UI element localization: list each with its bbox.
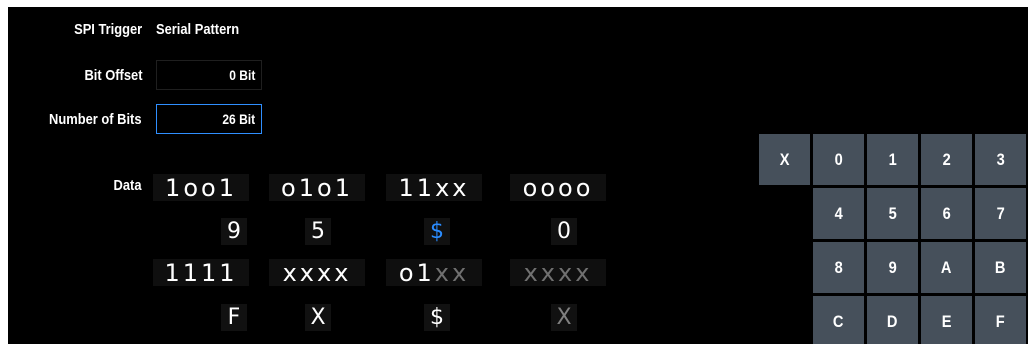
keypad-key-a[interactable]: A: [921, 242, 972, 293]
hex-digit-cell[interactable]: X: [551, 304, 577, 331]
keypad-key-label: 0: [834, 149, 843, 169]
keypad-key-4[interactable]: 4: [813, 188, 864, 239]
keypad-key-f[interactable]: F: [975, 296, 1026, 344]
hex-digit-cell[interactable]: F: [221, 304, 247, 331]
keypad-key-label: X: [779, 149, 790, 169]
bit-offset-field[interactable]: 0 Bit: [156, 60, 262, 90]
data-label: Data: [114, 177, 142, 194]
bit-offset-label: Bit Offset: [83, 67, 142, 84]
keypad-key-label: 4: [834, 203, 843, 223]
keypad-key-label: F: [996, 311, 1005, 331]
keypad-key-b[interactable]: B: [975, 242, 1026, 293]
keypad-key-label: 5: [888, 203, 897, 223]
keypad-key-7[interactable]: 7: [975, 188, 1026, 239]
keypad-key-label: 1: [888, 149, 897, 169]
keypad-key-label: 7: [996, 203, 1005, 223]
keypad-key-d[interactable]: D: [867, 296, 918, 344]
hex-digit-cell[interactable]: X: [305, 304, 331, 331]
trigger-panel: SPI Trigger Serial Pattern Bit Offset 0 …: [8, 7, 1028, 344]
keypad-key-x[interactable]: X: [759, 134, 810, 185]
bit-nibble-cell[interactable]: xxxx: [510, 259, 606, 287]
keypad-key-0[interactable]: 0: [813, 134, 864, 185]
panel-subtitle: Serial Pattern: [156, 21, 240, 38]
hex-digit-cell[interactable]: $: [424, 218, 450, 245]
panel-title: SPI Trigger: [73, 21, 142, 38]
number-of-bits-label: Number of Bits: [49, 111, 142, 128]
keypad-key-e[interactable]: E: [921, 296, 972, 344]
bit-nibble-cell[interactable]: 1111: [153, 259, 249, 287]
keypad-key-6[interactable]: 6: [921, 188, 972, 239]
number-of-bits-value: 26 Bit: [222, 111, 255, 127]
hex-digit-cell[interactable]: 5: [305, 218, 331, 245]
bit-nibble-cell[interactable]: xxxx: [269, 259, 365, 287]
keypad-key-9[interactable]: 9: [867, 242, 918, 293]
keypad-key-label: D: [887, 311, 898, 331]
keypad-key-label: 2: [942, 149, 951, 169]
keypad-key-c[interactable]: C: [813, 296, 864, 344]
keypad-key-8[interactable]: 8: [813, 242, 864, 293]
bit-offset-value: 0 Bit: [228, 67, 255, 83]
bit-nibble-cell[interactable]: o1o1: [269, 174, 365, 202]
hex-digit-cell[interactable]: $: [424, 304, 450, 331]
keypad-key-label: B: [995, 257, 1006, 277]
keypad-key-label: 3: [996, 149, 1005, 169]
keypad-key-label: E: [941, 311, 952, 331]
keypad-key-1[interactable]: 1: [867, 134, 918, 185]
bit-nibble-cell[interactable]: oooo: [510, 174, 606, 202]
keypad-key-3[interactable]: 3: [975, 134, 1026, 185]
keypad-key-5[interactable]: 5: [867, 188, 918, 239]
bit-nibble-cell[interactable]: 1oo1: [153, 174, 249, 202]
keypad-key-label: 8: [834, 257, 843, 277]
hex-digit-cell[interactable]: 9: [221, 218, 247, 245]
number-of-bits-field[interactable]: 26 Bit: [156, 104, 262, 134]
keypad-key-2[interactable]: 2: [921, 134, 972, 185]
bit-nibble-cell[interactable]: o1xx: [386, 259, 482, 287]
keypad-key-label: A: [941, 257, 952, 277]
keypad-key-label: 6: [942, 203, 951, 223]
keypad-key-label: 9: [888, 257, 897, 277]
hex-digit-cell[interactable]: 0: [551, 218, 577, 245]
keypad-key-label: C: [833, 311, 844, 331]
bit-nibble-cell[interactable]: 11xx: [386, 174, 482, 202]
